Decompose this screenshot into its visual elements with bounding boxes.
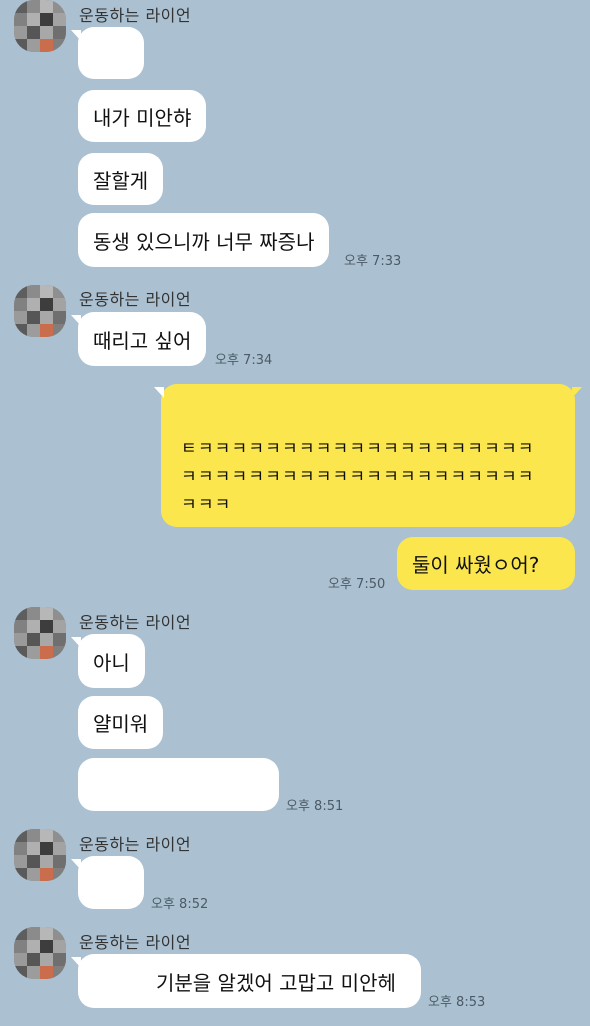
outgoing-message-bubble[interactable]: 둘이 싸웠ㅇ어? <box>397 537 575 590</box>
sender-avatar[interactable] <box>14 285 66 337</box>
sender-avatar[interactable] <box>14 0 66 52</box>
message-bubble[interactable]: 잘할게 <box>78 153 164 205</box>
sender-name: 운동하는 라이언 <box>79 290 192 309</box>
sender-name: 운동하는 라이언 <box>79 835 192 854</box>
message-time: 오후 8:52 <box>151 897 209 912</box>
outgoing-message-bubble[interactable]: ㅌㅋㅋㅋㅋㅋㅋㅋㅋㅋㅋㅋㅋㅋㅋㅋㅋㅋㅋㅋㅋㅋㅋㅋㅋㅋㅋㅋㅋㅋㅋㅋㅋㅋㅋㅋㅋㅋㅋㅋ… <box>154 384 582 527</box>
message-bubble[interactable] <box>78 758 279 811</box>
message-time: 오후 7:33 <box>344 254 402 269</box>
message-bubble[interactable] <box>71 856 144 909</box>
message-bubble[interactable]: 내가 미안햐 <box>78 90 207 142</box>
message-time: 오후 7:34 <box>215 353 273 368</box>
message-time: 오후 8:53 <box>428 995 486 1010</box>
message-time: 오후 8:51 <box>286 799 344 814</box>
sender-avatar[interactable] <box>14 607 66 659</box>
message-bubble[interactable]: 동생 있으니까 너무 짜증나 <box>78 213 330 267</box>
message-bubble[interactable]: 기분을 알겠어 고맙고 미안헤 <box>71 954 421 1008</box>
sender-name: 운동하는 라이언 <box>79 933 192 952</box>
sender-name: 운동하는 라이언 <box>79 6 192 25</box>
message-time: 오후 7:50 <box>328 577 386 592</box>
sender-avatar[interactable] <box>14 829 66 881</box>
message-bubble[interactable]: 얄미워 <box>78 696 164 749</box>
sender-avatar[interactable] <box>14 927 66 979</box>
sender-name: 운동하는 라이언 <box>79 613 192 632</box>
message-bubble[interactable] <box>71 27 144 79</box>
message-bubble[interactable]: 때리고 싶어 <box>70 312 207 366</box>
message-bubble[interactable]: 아니 <box>71 634 145 688</box>
